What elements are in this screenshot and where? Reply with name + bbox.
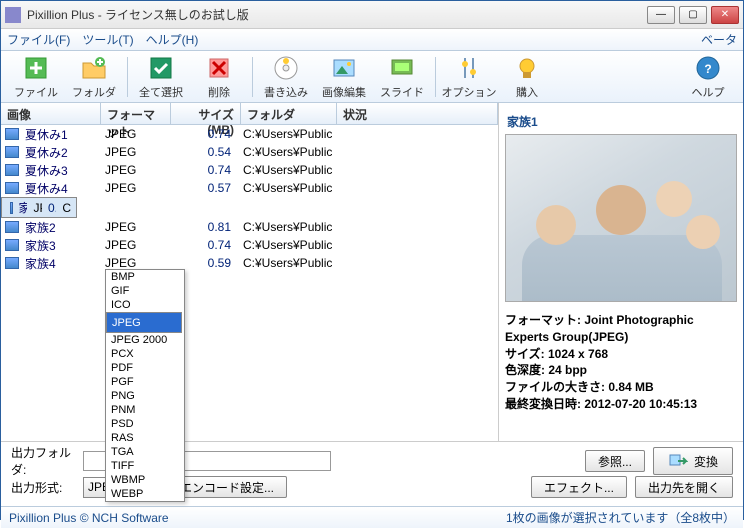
table-row[interactable]: 家族1JPEG0.84C:¥Users¥Public... xyxy=(1,197,77,218)
tool-help[interactable]: ?ヘルプ xyxy=(679,54,737,100)
menubar: ファイル(F) ツール(T) ヘルプ(H) ベータ xyxy=(1,29,743,51)
tool-slide[interactable]: スライド xyxy=(373,54,431,100)
format-option[interactable]: ICO xyxy=(106,298,184,312)
format-option[interactable]: TGA xyxy=(106,445,184,459)
table-row[interactable]: 夏休み4JPEG0.57C:¥Users¥Public... xyxy=(1,179,498,197)
format-option[interactable]: RAS xyxy=(106,431,184,445)
format-option[interactable]: JPEG 2000 xyxy=(106,333,184,347)
table-row[interactable]: 夏休み1JPEG0.74C:¥Users¥Public... xyxy=(1,125,498,143)
preview-image xyxy=(505,134,737,302)
table-row[interactable]: 家族4JPEG0.59C:¥Users¥Public... xyxy=(1,254,498,272)
toolbar: ファイル フォルダ 全て選択 削除 書き込み 画像編集 スライド オプション 購… xyxy=(1,51,743,103)
format-option[interactable]: PNG xyxy=(106,389,184,403)
folder-plus-icon xyxy=(80,54,108,82)
preview-pane: 家族1 フォーマット: Joint Photographic Experts G… xyxy=(499,103,743,441)
beta-label: ベータ xyxy=(701,31,737,48)
menu-tools[interactable]: ツール(T) xyxy=(82,31,133,48)
help-icon: ? xyxy=(694,54,722,82)
effect-button[interactable]: エフェクト... xyxy=(531,476,627,498)
image-icon xyxy=(5,239,19,251)
tool-selectall[interactable]: 全て選択 xyxy=(132,54,190,100)
disc-icon xyxy=(272,54,300,82)
menu-help[interactable]: ヘルプ(H) xyxy=(146,31,199,48)
col-format[interactable]: フォーマット xyxy=(101,103,171,124)
status-left: Pixillion Plus © NCH Software xyxy=(9,511,169,525)
slide-icon xyxy=(388,54,416,82)
plus-icon xyxy=(22,54,50,82)
titlebar: Pixillion Plus - ライセンス無しのお試し版 — ▢ ✕ xyxy=(1,1,743,29)
format-option[interactable]: GIF xyxy=(106,284,184,298)
close-button[interactable]: ✕ xyxy=(711,6,739,24)
maximize-button[interactable]: ▢ xyxy=(679,6,707,24)
status-right: 1枚の画像が選択されています（全8枚中） xyxy=(506,509,735,526)
tool-folder[interactable]: フォルダ xyxy=(65,54,123,100)
format-option[interactable]: JPEG xyxy=(106,312,182,333)
format-option[interactable]: BMP xyxy=(106,270,184,284)
image-icon xyxy=(5,221,19,233)
image-edit-icon xyxy=(330,54,358,82)
svg-text:?: ? xyxy=(704,62,711,76)
buy-icon xyxy=(513,54,541,82)
outformat-label: 出力形式: xyxy=(11,479,75,496)
col-image[interactable]: 画像 xyxy=(1,103,101,124)
file-list: 画像 フォーマット サイズ (MB) フォルダ 状況 夏休み1JPEG0.74C… xyxy=(1,103,499,441)
tool-file[interactable]: ファイル xyxy=(7,54,65,100)
format-option[interactable]: TIFF xyxy=(106,459,184,473)
format-dropdown[interactable]: BMPGIFICOJPEGJPEG 2000PCXPDFPGFPNGPNMPSD… xyxy=(105,269,185,502)
col-size[interactable]: サイズ (MB) xyxy=(171,103,241,124)
format-option[interactable]: PSD xyxy=(106,417,184,431)
outfolder-label: 出力フォルダ: xyxy=(11,444,75,478)
col-folder[interactable]: フォルダ xyxy=(241,103,337,124)
preview-meta: フォーマット: Joint Photographic Experts Group… xyxy=(505,312,737,413)
preview-title: 家族1 xyxy=(505,109,737,134)
tool-imageedit[interactable]: 画像編集 xyxy=(315,54,373,100)
browse-button[interactable]: 参照... xyxy=(585,450,645,472)
window-title: Pixillion Plus - ライセンス無しのお試し版 xyxy=(27,6,647,23)
format-option[interactable]: PDF xyxy=(106,361,184,375)
encode-button[interactable]: エンコード設定... xyxy=(167,476,287,498)
image-icon xyxy=(5,164,19,176)
tool-write[interactable]: 書き込み xyxy=(257,54,315,100)
image-icon xyxy=(5,257,19,269)
tool-delete[interactable]: 削除 xyxy=(190,54,248,100)
minimize-button[interactable]: — xyxy=(647,6,675,24)
app-icon xyxy=(5,7,21,23)
check-icon xyxy=(147,54,175,82)
format-option[interactable]: WBMP xyxy=(106,473,184,487)
options-icon xyxy=(455,54,483,82)
convert-icon xyxy=(668,451,688,471)
openout-button[interactable]: 出力先を開く xyxy=(635,476,733,498)
table-row[interactable]: 夏休み2JPEG0.54C:¥Users¥Public... xyxy=(1,143,498,161)
image-icon xyxy=(5,182,19,194)
tool-buy[interactable]: 購入 xyxy=(498,54,556,100)
image-icon xyxy=(5,146,19,158)
delete-icon xyxy=(205,54,233,82)
list-header: 画像 フォーマット サイズ (MB) フォルダ 状況 xyxy=(1,103,498,125)
table-row[interactable]: 夏休み3JPEG0.74C:¥Users¥Public... xyxy=(1,161,498,179)
convert-button[interactable]: 変換 xyxy=(653,447,733,475)
table-row[interactable]: 家族3JPEG0.74C:¥Users¥Public... xyxy=(1,236,498,254)
col-status[interactable]: 状況 xyxy=(337,103,498,124)
table-row[interactable]: 家族2JPEG0.81C:¥Users¥Public... xyxy=(1,218,498,236)
image-icon xyxy=(5,128,19,140)
statusbar: Pixillion Plus © NCH Software 1枚の画像が選択され… xyxy=(1,506,743,528)
format-option[interactable]: PCX xyxy=(106,347,184,361)
format-option[interactable]: PNM xyxy=(106,403,184,417)
format-option[interactable]: PGF xyxy=(106,375,184,389)
tool-options[interactable]: オプション xyxy=(440,54,498,100)
menu-file[interactable]: ファイル(F) xyxy=(7,31,70,48)
format-option[interactable]: WEBP xyxy=(106,487,184,501)
